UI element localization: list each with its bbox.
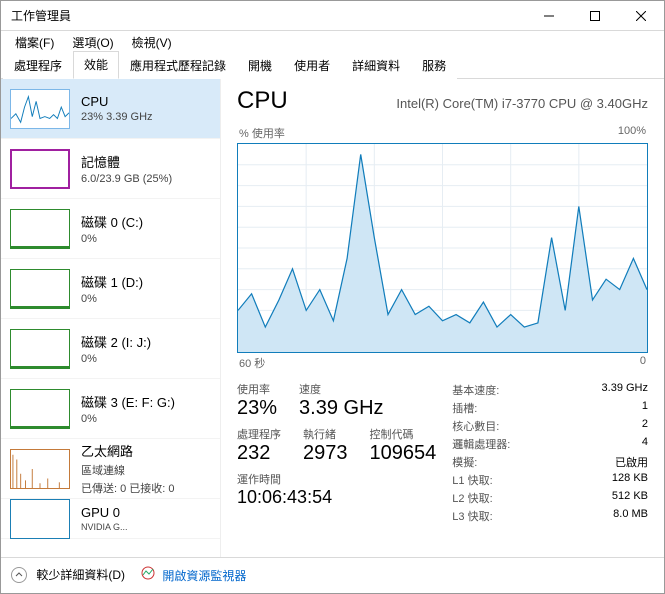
logical-key: 邏輯處理器: [452,436,510,452]
stats-right: 基本速度: 3.39 GHz 插槽: 1 核心數目: 2 邏輯處理器: 4 模擬: 已啟用… [452,381,648,525]
sidebar-item-sub: 23% 3.39 GHz [81,111,153,123]
handles-label: 控制代碼 [370,426,437,442]
tab-details[interactable]: 詳細資料 [341,52,411,79]
close-button[interactable] [618,1,664,31]
tab-services[interactable]: 服務 [411,52,457,79]
minimize-button[interactable] [526,1,572,31]
window-title: 工作管理員 [11,7,526,24]
basespeed-key: 基本速度: [452,382,499,398]
l2-val: 512 KB [612,490,648,506]
l1-val: 128 KB [612,472,648,488]
disk-thumb-icon [10,269,70,309]
menubar: 檔案(F) 選項(O) 檢視(V) [1,31,664,53]
sidebar-item-sub: 區域連線 [81,462,175,478]
logical-val: 4 [642,436,648,452]
chart-label-tr: 100% [618,125,646,141]
content-area: CPU 23% 3.39 GHz 記憶體 6.0/23.9 GB (25%) 磁… [1,79,664,557]
footer: 較少詳細資料(D) 開啟資源監視器 [1,557,664,591]
menu-file[interactable]: 檔案(F) [7,32,62,53]
l2-key: L2 快取: [452,490,492,506]
sidebar-item-label: GPU 0 [81,505,128,520]
sidebar-item-label: CPU [81,94,153,109]
ethernet-thumb-icon [10,449,70,489]
disk-thumb-icon [10,209,70,249]
processes-value: 232 [237,442,281,465]
cores-key: 核心數目: [452,418,499,434]
performance-sidebar: CPU 23% 3.39 GHz 記憶體 6.0/23.9 GB (25%) 磁… [1,79,221,557]
chart-label-tl: % 使用率 [239,125,285,141]
sidebar-item-memory[interactable]: 記憶體 6.0/23.9 GB (25%) [1,139,220,199]
sidebar-item-label: 磁碟 0 (C:) [81,212,143,231]
sockets-key: 插槽: [452,400,477,416]
speed-label: 速度 [299,381,383,397]
main-panel: CPU Intel(R) Core(TM) i7-3770 CPU @ 3.40… [221,79,664,557]
sidebar-item-label: 磁碟 3 (E: F: G:) [81,392,175,411]
sidebar-item-sub: 6.0/23.9 GB (25%) [81,173,172,185]
fewer-details-label: 較少詳細資料(D) [36,568,125,582]
sidebar-item-label: 磁碟 2 (I: J:) [81,332,151,351]
virt-key: 模擬: [452,454,477,470]
titlebar: 工作管理員 [1,1,664,31]
tab-performance[interactable]: 效能 [73,51,119,79]
disk-thumb-icon [10,389,70,429]
sidebar-item-disk-2[interactable]: 磁碟 2 (I: J:) 0% [1,319,220,379]
tab-processes[interactable]: 處理程序 [3,52,73,79]
sidebar-item-disk-3[interactable]: 磁碟 3 (E: F: G:) 0% [1,379,220,439]
basespeed-val: 3.39 GHz [602,382,648,398]
open-resmon-link[interactable]: 開啟資源監視器 [141,566,246,584]
sidebar-item-cpu[interactable]: CPU 23% 3.39 GHz [1,79,220,139]
chart-label-bl: 60 秒 [239,355,265,371]
sidebar-item-label: 乙太網路 [81,441,175,460]
sidebar-item-sub2: 已傳送: 0 已接收: 0 [81,480,175,496]
uptime-label: 運作時間 [237,471,452,487]
tab-app-history[interactable]: 應用程式歷程記錄 [119,52,237,79]
usage-value: 23% [237,397,277,420]
cpu-model: Intel(R) Core(TM) i7-3770 CPU @ 3.40GHz [396,96,648,111]
virt-val: 已啟用 [615,454,648,470]
menu-view[interactable]: 檢視(V) [124,32,180,53]
sidebar-item-gpu-0[interactable]: GPU 0 NVIDIA G... [1,499,220,539]
sidebar-item-disk-0[interactable]: 磁碟 0 (C:) 0% [1,199,220,259]
chevron-up-icon [11,567,27,583]
fewer-details-button[interactable]: 較少詳細資料(D) [11,566,125,583]
handles-value: 109654 [370,442,437,465]
cpu-thumb-icon [10,89,70,129]
sockets-val: 1 [642,400,648,416]
gpu-thumb-icon [10,499,70,539]
sidebar-item-sub: 0% [81,353,151,365]
tabbar: 處理程序 效能 應用程式歷程記錄 開機 使用者 詳細資料 服務 [1,53,664,79]
sidebar-item-ethernet[interactable]: 乙太網路 區域連線 已傳送: 0 已接收: 0 [1,439,220,499]
sidebar-item-label: 記憶體 [81,152,172,171]
threads-value: 2973 [303,442,348,465]
chart-label-br: 0 [640,355,646,371]
sidebar-item-sub: 0% [81,413,175,425]
sidebar-item-label: 磁碟 1 (D:) [81,272,143,291]
speed-value: 3.39 GHz [299,397,383,420]
l1-key: L1 快取: [452,472,492,488]
menu-options[interactable]: 選項(O) [64,32,121,53]
sidebar-item-sub: 0% [81,233,143,245]
maximize-button[interactable] [572,1,618,31]
disk-thumb-icon [10,329,70,369]
memory-thumb-icon [10,149,70,189]
l3-val: 8.0 MB [613,508,648,524]
uptime-value: 10:06:43:54 [237,487,452,508]
threads-label: 執行緒 [303,426,348,442]
resmon-icon [141,566,155,580]
sidebar-item-sub: NVIDIA G... [81,522,128,532]
open-resmon-label: 開啟資源監視器 [162,569,246,583]
panel-title: CPU [237,87,288,115]
tab-startup[interactable]: 開機 [237,52,283,79]
stats-left: 使用率 23% 速度 3.39 GHz 處理程序 232 執行緒 [237,381,452,525]
tab-users[interactable]: 使用者 [283,52,341,79]
usage-label: 使用率 [237,381,277,397]
cores-val: 2 [642,418,648,434]
processes-label: 處理程序 [237,426,281,442]
sidebar-item-disk-1[interactable]: 磁碟 1 (D:) 0% [1,259,220,319]
cpu-usage-chart [237,143,648,353]
l3-key: L3 快取: [452,508,492,524]
sidebar-item-sub: 0% [81,293,143,305]
